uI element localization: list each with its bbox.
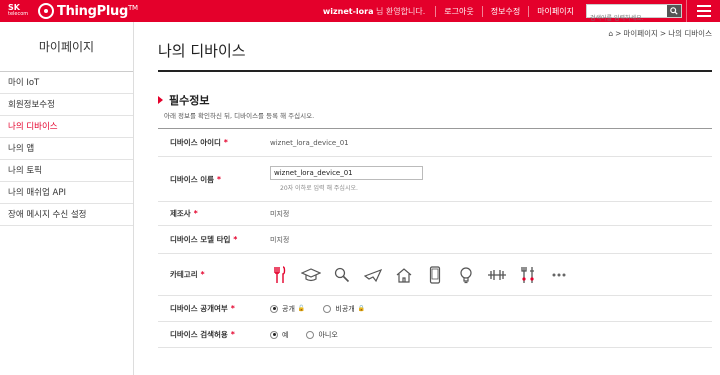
dumbbell-icon[interactable] (487, 265, 507, 285)
sk-telecom-logo: SK telecom (8, 3, 29, 18)
search-allow-label: 디바이스 검색허용 (170, 330, 228, 339)
hamburger-icon (696, 5, 711, 7)
device-id-label: 디바이스 아이디 (170, 138, 221, 147)
top-bar: SK telecom ThingPlugTM wiznet-lora 님 환영합니… (0, 0, 720, 25)
sidebar-item-fault-alerts[interactable]: 장애 메시지 수신 설정 (0, 204, 133, 226)
lock-icon: 🔒 (357, 305, 366, 312)
row-model: 디바이스 모델 타입 * 미지정 (158, 226, 712, 254)
welcome-message: wiznet-lora 님 환영합니다. (323, 6, 425, 17)
row-public: 디바이스 공개여부 * 공개 🔓 비공개 🔒 (158, 296, 712, 322)
radio-yes-dot[interactable] (270, 330, 278, 339)
device-id-value: wiznet_lora_device_01 (270, 138, 349, 147)
section-title: 필수정보 (169, 94, 210, 107)
maker-value: 미지정 (270, 209, 290, 218)
radio-public-dot[interactable] (270, 304, 278, 313)
tools-icon[interactable] (518, 265, 538, 285)
edit-info-link[interactable]: 정보수정 (481, 5, 528, 17)
breadcrumb-devices: 나의 디바이스 (668, 29, 712, 38)
graduation-cap-icon[interactable] (301, 265, 321, 285)
dining-icon[interactable] (270, 265, 290, 285)
thingplug-logo-icon (38, 3, 54, 19)
radio-no[interactable]: 아니오 (306, 330, 338, 340)
section-marker-icon (158, 96, 163, 104)
brand-logo[interactable]: SK telecom ThingPlugTM (0, 0, 138, 22)
radio-private[interactable]: 비공개 🔒 (323, 304, 365, 314)
sidebar-item-my-iot[interactable]: 마이 IoT (0, 72, 133, 94)
device-name-hint: 20자 이하로 입력 해 주십시오. (280, 185, 358, 192)
my-page-link[interactable]: 마이페이지 (528, 5, 582, 17)
greeting: 님 환영합니다. (376, 6, 426, 16)
page-title: 나의 디바이스 (158, 42, 246, 60)
public-label: 디바이스 공개여부 (170, 304, 228, 313)
category-label: 카테고리 (170, 270, 198, 279)
row-category: 카테고리 * (158, 254, 712, 296)
sidebar-title: 마이페이지 (0, 22, 133, 72)
title-divider (158, 70, 712, 72)
radio-public-label: 공개 (282, 304, 295, 313)
sidebar-item-mashup-api[interactable]: 나의 매쉬업 API (0, 182, 133, 204)
search-input[interactable] (587, 12, 665, 25)
radio-private-label: 비공개 (335, 304, 355, 313)
radio-private-dot[interactable] (323, 304, 332, 313)
search-icon (670, 7, 678, 15)
breadcrumb: ⌂ > 마이페이지 > 나의 디바이스 (608, 28, 712, 39)
sidebar-item-my-topics[interactable]: 나의 토픽 (0, 160, 133, 182)
brand-name: ThingPlugTM (57, 3, 138, 19)
row-search-allow: 디바이스 검색허용 * 예 아니오 (158, 322, 712, 348)
unlock-icon: 🔓 (297, 305, 306, 312)
row-maker: 제조사 * 미지정 (158, 202, 712, 226)
radio-no-dot[interactable] (306, 330, 315, 339)
smartphone-icon[interactable] (425, 265, 445, 285)
home-icon[interactable]: ⌂ (608, 29, 613, 38)
breadcrumb-mypage[interactable]: 마이페이지 (623, 28, 658, 39)
device-name-input[interactable] (270, 166, 423, 180)
sidebar-item-edit-member[interactable]: 회원정보수정 (0, 94, 133, 116)
maker-label: 제조사 (170, 209, 191, 218)
search-box (586, 4, 682, 25)
sidebar-item-my-devices[interactable]: 나의 디바이스 (0, 116, 133, 138)
model-value: 미지정 (270, 235, 290, 244)
device-name-label: 디바이스 이름 (170, 174, 215, 184)
lightbulb-icon[interactable] (456, 265, 476, 285)
radio-public[interactable]: 공개 🔓 (270, 304, 305, 314)
category-icons (270, 265, 569, 285)
section-header: 필수정보 (158, 92, 209, 108)
section-description: 아래 정보를 확인하신 뒤, 디바이스를 등록 해 주십시오. (164, 112, 315, 120)
row-device-id: 디바이스 아이디 * wiznet_lora_device_01 (158, 129, 712, 157)
magnifier-icon[interactable] (332, 265, 352, 285)
radio-yes[interactable]: 예 (270, 330, 288, 340)
radio-no-label: 아니오 (318, 330, 338, 339)
search-button[interactable] (667, 5, 681, 17)
model-label: 디바이스 모델 타입 (170, 235, 231, 244)
username: wiznet-lora (322, 6, 374, 16)
radio-yes-label: 예 (282, 330, 289, 339)
row-device-name: 디바이스 이름* 20자 이하로 입력 해 주십시오. (158, 157, 712, 202)
airplane-icon[interactable] (363, 265, 383, 285)
sidebar: 마이페이지 마이 IoT 회원정보수정 나의 디바이스 나의 앱 나의 토픽 나… (0, 22, 134, 375)
home-icon[interactable] (394, 265, 414, 285)
device-form: 디바이스 아이디 * wiznet_lora_device_01 디바이스 이름 *… (158, 128, 712, 348)
more-icon[interactable] (549, 265, 569, 285)
sidebar-item-my-apps[interactable]: 나의 앱 (0, 138, 133, 160)
hamburger-menu-button[interactable] (686, 0, 720, 22)
logout-link[interactable]: 로그아웃 (435, 5, 481, 17)
